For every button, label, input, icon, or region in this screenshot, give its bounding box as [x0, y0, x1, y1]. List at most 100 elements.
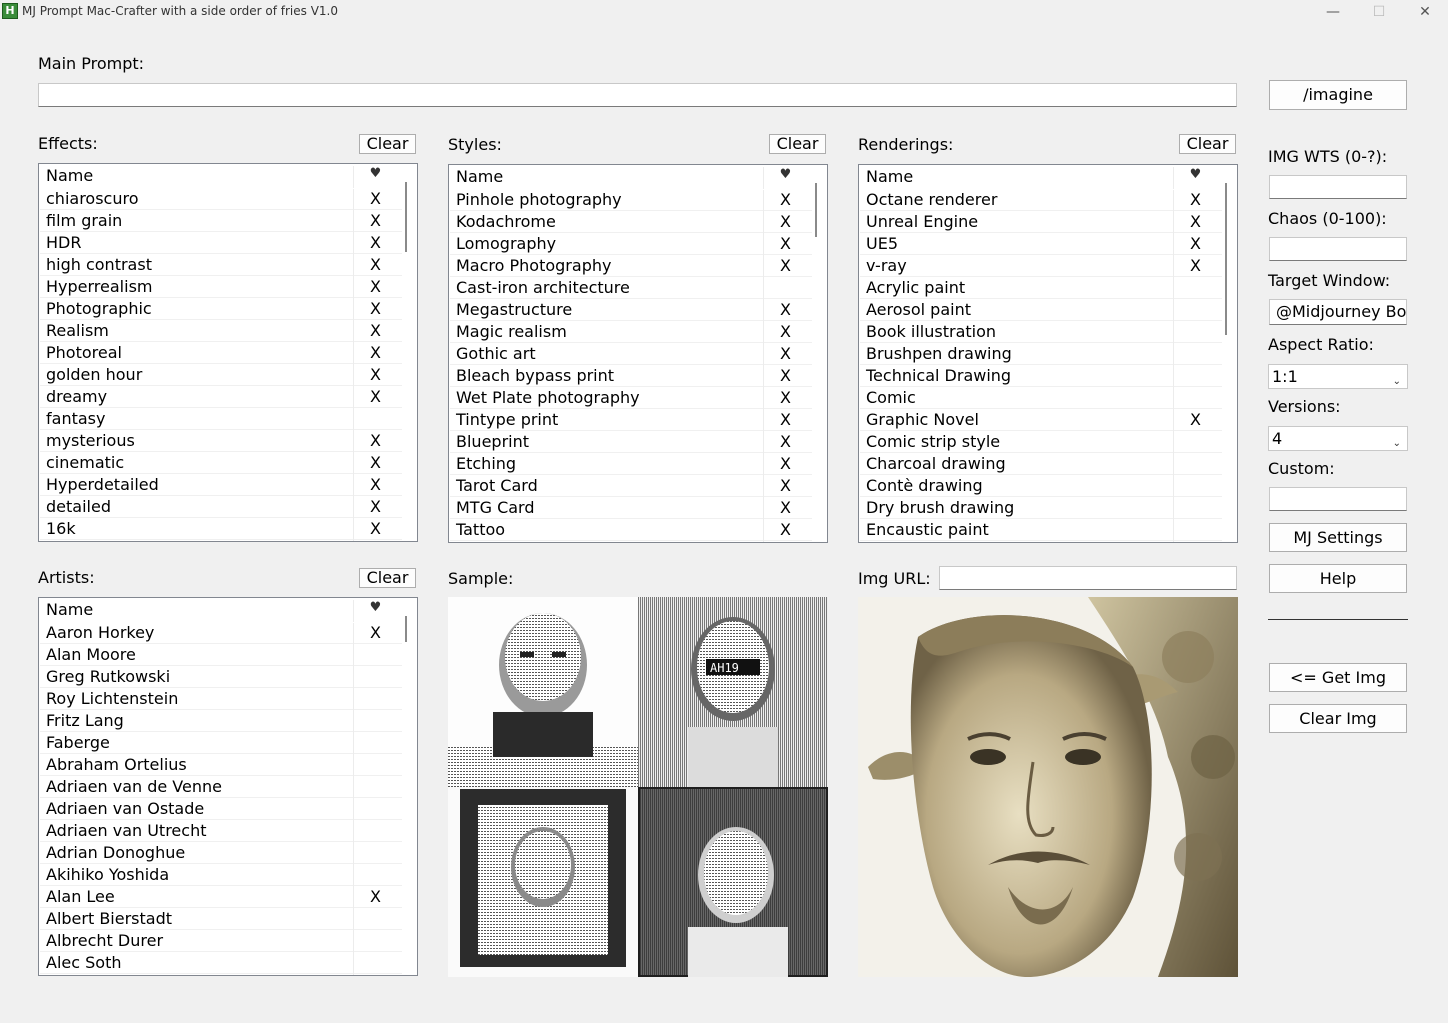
list-item[interactable]: Bleach bypass print X: [450, 365, 812, 388]
heart-icon[interactable]: ♥: [353, 600, 397, 622]
column-header-name[interactable]: Name: [46, 600, 93, 619]
list-item[interactable]: Dry brush drawing: [860, 497, 1222, 520]
list-item[interactable]: Akihiko Yoshida: [40, 864, 402, 887]
minimize-button[interactable]: —: [1310, 0, 1356, 24]
list-item[interactable]: Etching X: [450, 453, 812, 476]
list-item[interactable]: Comic strip style: [860, 431, 1222, 454]
list-item[interactable]: detailed X: [40, 496, 402, 519]
scrollbar-thumb[interactable]: [405, 616, 407, 642]
styles-clear-button[interactable]: Clear: [769, 134, 826, 154]
list-item[interactable]: Photographic X: [40, 298, 402, 321]
renderings-clear-button[interactable]: Clear: [1179, 134, 1236, 154]
list-item[interactable]: Tattoo X: [450, 519, 812, 542]
list-item[interactable]: Aaron Horkey X: [40, 622, 402, 645]
list-item[interactable]: Hyperrealism X: [40, 276, 402, 299]
chaos-input[interactable]: [1269, 237, 1407, 261]
list-item[interactable]: Alec Soth: [40, 952, 402, 975]
help-button[interactable]: Help: [1269, 564, 1407, 593]
list-item[interactable]: Albert Bierstadt: [40, 908, 402, 931]
list-item[interactable]: Photoreal X: [40, 342, 402, 365]
list-item[interactable]: Blueprint X: [450, 431, 812, 454]
list-item[interactable]: Wet Plate photography X: [450, 387, 812, 410]
list-item[interactable]: dreamy X: [40, 386, 402, 409]
list-item[interactable]: Lomography X: [450, 233, 812, 256]
list-item[interactable]: Brushpen drawing: [860, 343, 1222, 366]
list-item[interactable]: golden hour X: [40, 364, 402, 387]
close-button[interactable]: ✕: [1402, 0, 1448, 24]
list-item[interactable]: Technical Drawing: [860, 365, 1222, 388]
aspect-ratio-select[interactable]: 1:1 ⌄: [1268, 364, 1408, 389]
scrollbar[interactable]: [403, 166, 415, 541]
list-item[interactable]: UE5 X: [860, 233, 1222, 256]
scrollbar-thumb[interactable]: [405, 182, 407, 252]
artists-list[interactable]: Name ♥ Aaron Horkey X Alan Moore Greg Rutkows…: [38, 597, 418, 976]
list-item[interactable]: Greg Rutkowski: [40, 666, 402, 689]
effects-list[interactable]: Name ♥ chiaroscuro Xfilm grain X HDR Xhigh con…: [38, 163, 418, 542]
scrollbar-thumb[interactable]: [815, 183, 817, 237]
list-item[interactable]: Macro Photography X: [450, 255, 812, 278]
list-item[interactable]: v-ray X: [860, 255, 1222, 278]
clear-img-button[interactable]: Clear Img: [1269, 704, 1407, 733]
styles-list[interactable]: Name ♥ Pinhole photography X Kodachrome X Lomo…: [448, 164, 828, 543]
list-item[interactable]: Hyperdetailed X: [40, 474, 402, 497]
list-item[interactable]: Comic: [860, 387, 1222, 410]
list-item[interactable]: Fritz Lang: [40, 710, 402, 733]
scrollbar-thumb[interactable]: [1225, 183, 1227, 335]
list-item[interactable]: Encaustic paint: [860, 519, 1222, 542]
scrollbar[interactable]: [813, 167, 825, 542]
list-item[interactable]: Adrian Donoghue: [40, 842, 402, 865]
list-item[interactable]: Contè drawing: [860, 475, 1222, 498]
list-item[interactable]: Faberge: [40, 732, 402, 755]
list-item[interactable]: HDR X: [40, 232, 402, 255]
list-item[interactable]: Octane renderer X: [860, 189, 1222, 212]
column-header-name[interactable]: Name: [46, 166, 93, 185]
list-item[interactable]: Graphic Novel X: [860, 409, 1222, 432]
artists-clear-button[interactable]: Clear: [359, 568, 416, 588]
list-item[interactable]: film grain X: [40, 210, 402, 233]
target-window-input[interactable]: @Midjourney Bot: [1269, 299, 1407, 325]
list-item[interactable]: Gothic art X: [450, 343, 812, 366]
list-item[interactable]: Realism X: [40, 320, 402, 343]
list-item[interactable]: chiaroscuro X: [40, 188, 402, 211]
list-item[interactable]: Roy Lichtenstein: [40, 688, 402, 711]
main-prompt-input[interactable]: [38, 83, 1237, 107]
imagine-button[interactable]: /imagine: [1269, 80, 1407, 110]
heart-icon[interactable]: ♥: [763, 167, 807, 189]
list-item[interactable]: Acrylic paint: [860, 277, 1222, 300]
list-item[interactable]: 16k X: [40, 518, 402, 541]
list-item[interactable]: fantasy: [40, 408, 402, 431]
img-wts-input[interactable]: [1269, 175, 1407, 199]
mj-settings-button[interactable]: MJ Settings: [1269, 523, 1407, 552]
list-item[interactable]: Alan Lee X: [40, 886, 402, 909]
list-item[interactable]: Adriaen van Utrecht: [40, 820, 402, 843]
list-item[interactable]: Abraham Ortelius: [40, 754, 402, 777]
list-item[interactable]: Albrecht Durer: [40, 930, 402, 953]
list-item[interactable]: Tarot Card X: [450, 475, 812, 498]
effects-clear-button[interactable]: Clear: [359, 134, 416, 154]
list-item[interactable]: Unreal Engine X: [860, 211, 1222, 234]
renderings-list[interactable]: Name ♥ Octane renderer X Unreal Engine X UE5 Xv…: [858, 164, 1238, 543]
list-item[interactable]: high contrast X: [40, 254, 402, 277]
list-item[interactable]: Magic realism X: [450, 321, 812, 344]
custom-input[interactable]: [1269, 487, 1407, 511]
scrollbar[interactable]: [403, 600, 415, 975]
list-item[interactable]: cinematic X: [40, 452, 402, 475]
list-item[interactable]: mysterious X: [40, 430, 402, 453]
versions-select[interactable]: 4 ⌄: [1268, 426, 1408, 451]
list-item[interactable]: Aerosol paint: [860, 299, 1222, 322]
list-item[interactable]: Tintype print X: [450, 409, 812, 432]
column-header-name[interactable]: Name: [456, 167, 503, 186]
scrollbar[interactable]: [1223, 167, 1235, 542]
get-img-button[interactable]: <= Get Img: [1269, 663, 1407, 692]
list-item[interactable]: Pinhole photography X: [450, 189, 812, 212]
maximize-button[interactable]: ☐: [1356, 0, 1402, 24]
heart-icon[interactable]: ♥: [353, 166, 397, 188]
list-item[interactable]: Cast-iron architecture: [450, 277, 812, 300]
img-url-input[interactable]: [939, 566, 1237, 590]
list-item[interactable]: Adriaen van de Venne: [40, 776, 402, 799]
list-item[interactable]: Charcoal drawing: [860, 453, 1222, 476]
column-header-name[interactable]: Name: [866, 167, 913, 186]
list-item[interactable]: Alan Moore: [40, 644, 402, 667]
list-item[interactable]: Adriaen van Ostade: [40, 798, 402, 821]
list-item[interactable]: Megastructure X: [450, 299, 812, 322]
